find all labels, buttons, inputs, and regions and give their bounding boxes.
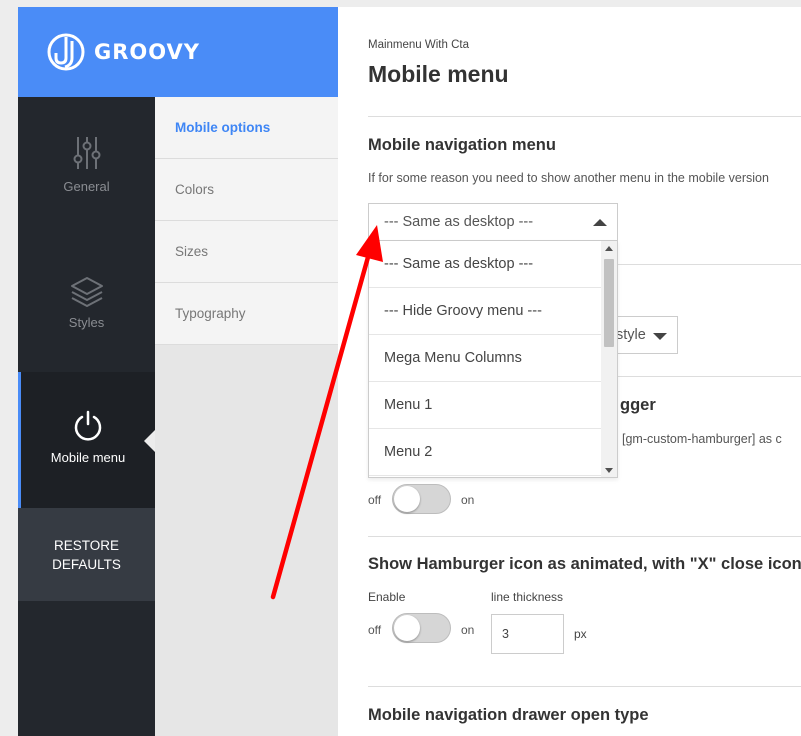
main-nav: General Styles Mobile menu RESTORE DEFAU… [18, 97, 155, 736]
subnav-label: Sizes [175, 244, 209, 259]
restore-defaults-button[interactable]: RESTORE DEFAULTS [18, 508, 155, 601]
divider [618, 264, 801, 265]
section-title-drawer-open-type: Mobile navigation drawer open type [368, 706, 649, 724]
sub-nav: Mobile options Colors Sizes Typography [155, 97, 338, 736]
nav-item-mobile-menu[interactable]: Mobile menu [18, 372, 155, 508]
subnav-item-typography[interactable]: Typography [155, 283, 338, 345]
section-desc-mobile-nav: If for some reason you need to show anot… [368, 171, 769, 185]
px-unit-label: px [574, 627, 587, 641]
breadcrumb: Mainmenu With Cta [368, 39, 469, 51]
nav-label-mobile-menu: Mobile menu [50, 450, 126, 465]
restore-defaults-label: RESTORE DEFAULTS [52, 537, 121, 572]
dropdown-scrollbar[interactable] [601, 241, 617, 477]
scroll-up-icon[interactable] [605, 246, 613, 251]
dropdown-option[interactable]: Mega Menu Columns [369, 335, 602, 382]
line-thickness-input[interactable]: 3 [491, 614, 564, 654]
logo-bar: GROOVY [18, 7, 338, 97]
toggle-knob [394, 615, 420, 641]
divider [618, 376, 801, 377]
dropdown-option[interactable]: Menu 1 [369, 382, 602, 429]
logo-text: GROOVY [94, 40, 201, 64]
toggle-knob [394, 486, 420, 512]
divider [368, 116, 801, 117]
caret-down-icon [653, 333, 667, 340]
line-thickness-label: line thickness [491, 590, 564, 604]
layers-icon [70, 277, 103, 307]
animated-hamburger-toggle[interactable] [392, 613, 451, 643]
nav-label-styles: Styles [68, 315, 105, 330]
dropdown-option[interactable]: Menu 2 [369, 429, 602, 476]
scroll-down-icon[interactable] [605, 468, 613, 473]
divider [368, 686, 801, 687]
style-select-value: style [616, 327, 646, 343]
dropdown-option[interactable]: --- Hide Groovy menu --- [369, 288, 602, 335]
subnav-label: Mobile options [175, 120, 271, 135]
main-panel: Mainmenu With Cta Mobile menu Mobile nav… [338, 7, 801, 736]
toggle-off-label: off [368, 493, 382, 507]
subnav-item-colors[interactable]: Colors [155, 159, 338, 221]
mobile-menu-dropdown: --- Same as desktop --- --- Hide Groovy … [368, 241, 618, 478]
section-title-mobile-nav: Mobile navigation menu [368, 136, 556, 154]
section-desc-hamburger-partial: [gm-custom-hamburger] as c [622, 432, 782, 446]
divider [368, 536, 801, 537]
scroll-thumb[interactable] [604, 259, 614, 347]
groovy-logo-icon [47, 33, 85, 71]
power-icon [74, 410, 102, 441]
nav-item-styles[interactable]: Styles [18, 275, 155, 330]
mobile-menu-select-value: --- Same as desktop --- [384, 214, 534, 230]
sidebar: GROOVY General Styles Mobile menu RESTOR… [18, 7, 338, 736]
hamburger-toggle[interactable] [392, 484, 451, 514]
toggle-off-label: off [368, 623, 382, 637]
nav-label-general: General [63, 179, 110, 194]
dropdown-option[interactable]: --- Same as desktop --- [369, 241, 602, 288]
subnav-label: Colors [175, 182, 215, 197]
caret-up-icon [593, 219, 607, 226]
section-title-animated-hamburger: Show Hamburger icon as animated, with "X… [368, 555, 801, 573]
subnav-label: Typography [175, 306, 246, 321]
toggle-on-label: on [461, 493, 475, 507]
enable-label: Enable [368, 590, 406, 604]
subnav-item-sizes[interactable]: Sizes [155, 221, 338, 283]
toggle-on-label: on [461, 623, 475, 637]
sliders-icon [73, 137, 100, 169]
section-title-hamburger-partial: gger [620, 396, 656, 414]
subnav-item-mobile-options[interactable]: Mobile options [155, 97, 338, 159]
nav-item-general[interactable]: General [18, 135, 155, 194]
mobile-menu-select[interactable]: --- Same as desktop --- [368, 203, 618, 241]
page-title: Mobile menu [368, 61, 509, 87]
